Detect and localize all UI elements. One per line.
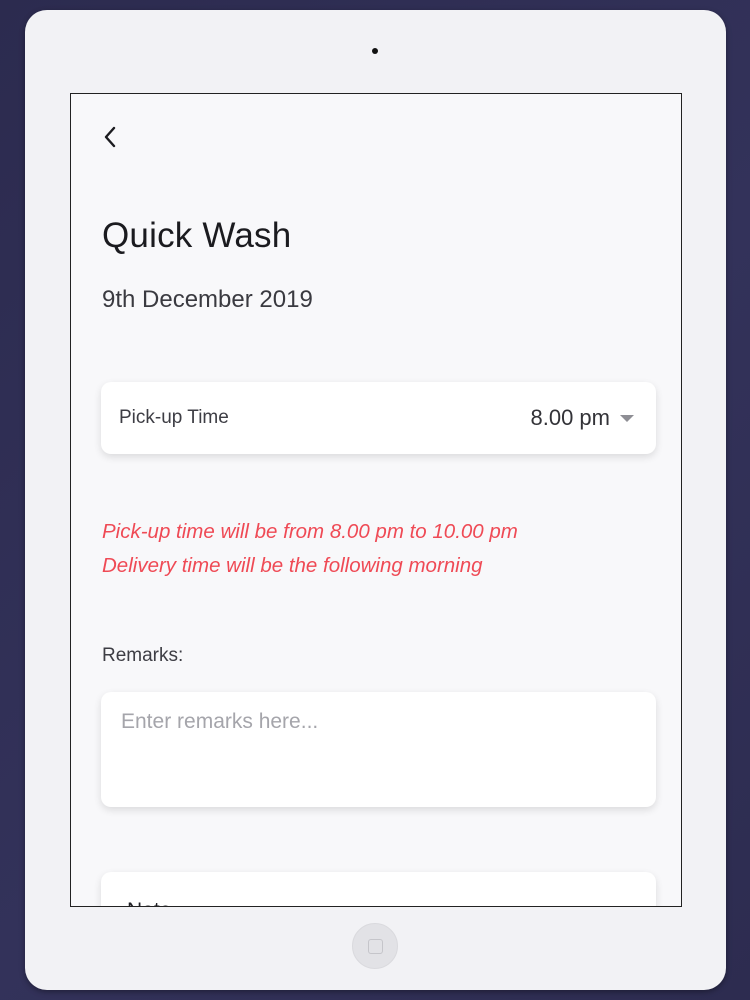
pickup-notice: Pick-up time will be from 8.00 pm to 10.… bbox=[102, 520, 518, 543]
remarks-label: Remarks: bbox=[102, 645, 184, 666]
pickup-time-label: Pick-up Time bbox=[119, 407, 229, 428]
back-button[interactable] bbox=[97, 122, 123, 152]
remarks-input[interactable] bbox=[121, 710, 631, 790]
pickup-time-value: 8.00 pm bbox=[530, 405, 611, 430]
home-button[interactable] bbox=[352, 923, 398, 969]
tablet-frame: Quick Wash 9th December 2019 Pick-up Tim… bbox=[25, 10, 726, 990]
app-screen: Quick Wash 9th December 2019 Pick-up Tim… bbox=[70, 93, 682, 907]
chevron-left-icon bbox=[104, 126, 116, 148]
delivery-notice: Delivery time will be the following morn… bbox=[102, 554, 483, 577]
camera-dot bbox=[372, 48, 378, 54]
remarks-card bbox=[101, 692, 656, 807]
note-card: Note bbox=[101, 872, 656, 906]
note-label: Note bbox=[127, 899, 171, 906]
service-date: 9th December 2019 bbox=[102, 286, 313, 313]
caret-down-icon bbox=[620, 415, 634, 422]
page-title: Quick Wash bbox=[102, 216, 292, 255]
pickup-time-select[interactable]: Pick-up Time 8.00 pm bbox=[101, 382, 656, 454]
home-square-icon bbox=[367, 938, 383, 954]
